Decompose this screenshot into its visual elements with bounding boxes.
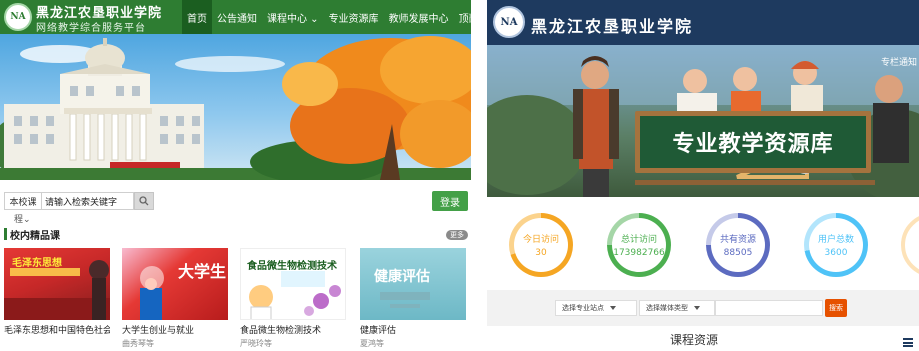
stat-total-visits: 总计访问 173982766 — [607, 213, 671, 277]
course-title[interactable]: 食品微生物检测技术 — [240, 323, 346, 336]
stat-today-visits: 今日访问 30 — [509, 213, 573, 277]
stat-total-users: 用户总数 3600 — [804, 213, 868, 277]
main-nav: 首页 公告通知 课程中心 ⌄ 专业资源库 教师发展中心 顶岗实习 — [182, 0, 471, 34]
course-thumbnail[interactable]: 健康评估 — [360, 248, 466, 320]
course-teacher: 夏鸿等 — [360, 339, 384, 348]
platform-name: 网络教学综合服务平台 — [36, 23, 146, 34]
course-card[interactable]: 毛泽东思想 毛泽东思想和中国特色社会... — [4, 248, 110, 338]
left-header: NA 黑龙江农垦职业学院 网络教学综合服务平台 首页 公告通知 课程中心 ⌄ 专… — [0, 0, 471, 34]
resource-filter-bar: 选择专业站点 选择媒体类型 搜索 — [487, 290, 919, 326]
thumbnail-caption: 食品微生物检测技术 — [247, 261, 337, 272]
nav-announcements[interactable]: 公告通知 — [212, 0, 262, 34]
section-title: 校内精品课 — [10, 231, 60, 242]
course-card[interactable]: 健康评估 健康评估 夏鸿等 — [360, 248, 466, 349]
search-scope-suffix[interactable]: 程⌄ — [14, 212, 31, 225]
nav-teacher-development[interactable]: 教师发展中心 — [384, 0, 454, 34]
major-select-label: 选择专业站点 — [562, 304, 604, 312]
course-thumbnail[interactable]: 毛泽东思想 — [4, 248, 110, 320]
nav-internship[interactable]: 顶岗实习 — [454, 0, 471, 34]
course-resources-title: 课程资源 — [670, 333, 719, 347]
course-teacher: 严晓玲等 — [240, 339, 272, 348]
stat-label: 共有资源 — [719, 235, 756, 245]
nav-course-center[interactable]: 课程中心 ⌄ — [262, 0, 324, 34]
stat-label: 用户总数 — [817, 235, 854, 245]
right-header: NA 黑龙江农垦职业学院 — [487, 0, 919, 45]
search-scope-select[interactable]: 本校课 — [4, 192, 42, 210]
search-input[interactable]: 请输入检索关键字 — [42, 192, 134, 210]
school-logo[interactable]: NA — [493, 6, 525, 38]
resource-library-banner: 专栏通知 专业教学资源库 — [487, 45, 919, 197]
media-type-select-label: 选择媒体类型 — [646, 304, 688, 312]
course-title[interactable]: 毛泽东思想和中国特色社会... — [4, 323, 110, 336]
course-thumbnail[interactable]: 大学生 — [122, 248, 228, 320]
school-logo[interactable]: NA — [4, 3, 32, 31]
course-title[interactable]: 大学生创业与就业 — [122, 323, 228, 336]
thumbnail-caption: 健康评估 — [374, 269, 430, 285]
screenshot-divider — [471, 0, 487, 351]
course-card[interactable]: 食品微生物检测技术 食品微生物检测技术 严晓玲等 — [240, 248, 346, 349]
school-name: 黑龙江农垦职业学院 — [531, 17, 694, 36]
stat-value: 30 — [535, 248, 547, 258]
campus-building-image — [0, 36, 471, 180]
login-button[interactable]: 登录 — [432, 191, 468, 211]
search-icon — [139, 196, 149, 206]
chevron-down-icon — [610, 306, 616, 310]
chevron-down-icon — [694, 306, 700, 310]
notice-column-link[interactable]: 专栏通知 — [881, 55, 917, 68]
stat-value: 88505 — [723, 248, 753, 258]
left-screenshot: NA 黑龙江农垦职业学院 网络教学综合服务平台 首页 公告通知 课程中心 ⌄ 专… — [0, 0, 471, 351]
thumbnail-caption: 毛泽东思想 — [12, 258, 62, 269]
resource-search-input[interactable] — [715, 300, 823, 316]
stat-total-resources: 共有资源 88505 — [706, 213, 770, 277]
right-screenshot: NA 黑龙江农垦职业学院 专栏通知 专业教学资源库 今日访问 30 总计访问 1… — [487, 0, 919, 351]
stat-partial-circle — [901, 213, 919, 277]
section-marker — [4, 228, 7, 240]
resource-search-button[interactable]: 搜索 — [825, 299, 847, 317]
nav-home[interactable]: 首页 — [182, 0, 212, 34]
stat-value: 3600 — [824, 248, 848, 258]
course-thumbnail[interactable]: 食品微生物检测技术 — [240, 248, 346, 320]
stat-label: 总计访问 — [620, 235, 657, 245]
stat-label: 今日访问 — [522, 235, 559, 245]
search-button[interactable] — [134, 192, 154, 210]
thumbnail-caption: 大学生 — [178, 262, 227, 281]
list-icon[interactable] — [903, 338, 913, 347]
course-title[interactable]: 健康评估 — [360, 323, 466, 336]
stat-value: 173982766 — [613, 248, 665, 258]
banner-title: 专业教学资源库 — [672, 132, 834, 157]
major-select[interactable]: 选择专业站点 — [555, 300, 637, 316]
statistics-row: 今日访问 30 总计访问 173982766 共有资源 88505 用户总数 3… — [487, 207, 919, 285]
course-card[interactable]: 大学生 大学生创业与就业 曲秀琴等 — [122, 248, 228, 349]
more-button[interactable]: 更多 — [446, 230, 468, 240]
media-type-select[interactable]: 选择媒体类型 — [639, 300, 715, 316]
course-search: 本校课 请输入检索关键字 — [4, 192, 154, 210]
campus-banner — [0, 34, 471, 180]
blackboard: 专业教学资源库 — [635, 111, 871, 173]
nav-resource-library[interactable]: 专业资源库 — [324, 0, 384, 34]
course-teacher: 曲秀琴等 — [122, 339, 154, 348]
